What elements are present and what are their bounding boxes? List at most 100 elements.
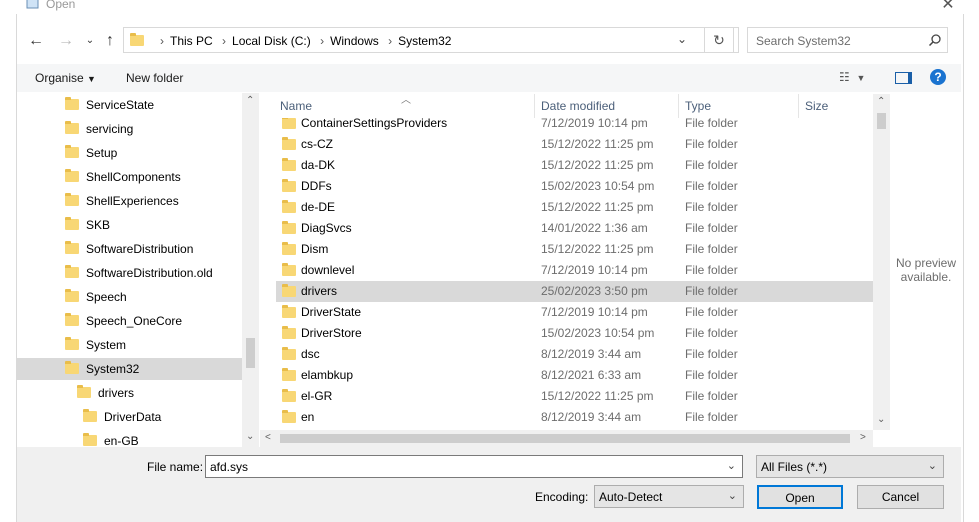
folder-icon <box>65 313 79 326</box>
scroll-up-icon[interactable]: ⌃ <box>877 96 885 107</box>
file-row[interactable]: DiagSvcs 14/01/2022 1:36 am File folder <box>276 218 873 239</box>
scroll-right-icon[interactable]: > <box>860 432 866 443</box>
folder-icon <box>282 221 296 234</box>
folder-icon <box>65 361 79 374</box>
file-name: el-GR <box>301 389 333 403</box>
file-type: File folder <box>685 368 738 382</box>
column-divider[interactable] <box>798 94 799 118</box>
folder-icon <box>65 241 79 254</box>
forward-arrow-icon[interactable]: → <box>56 31 76 51</box>
column-size[interactable]: Size <box>805 99 828 113</box>
column-type[interactable]: Type <box>685 99 711 113</box>
address-bar[interactable]: › This PC › Local Disk (C:) › Windows › Syst… <box>123 27 739 53</box>
file-row[interactable]: en 8/12/2019 3:44 am File folder <box>276 407 873 428</box>
breadcrumb-this-pc[interactable]: This PC <box>170 34 213 48</box>
file-list-vertical-scrollbar[interactable]: ⌃ ⌄ <box>873 94 890 430</box>
file-name: dsc <box>301 347 320 361</box>
file-date: 25/02/2023 3:50 pm <box>541 284 648 298</box>
recent-locations-chevron-icon[interactable]: ⌄ <box>80 31 100 51</box>
filename-input[interactable]: afd.sys ⌄ <box>205 455 743 478</box>
file-row[interactable]: el-GR 15/12/2022 11:25 pm File folder <box>276 386 873 407</box>
file-row[interactable]: drivers 25/02/2023 3:50 pm File folder <box>276 281 873 302</box>
file-row[interactable]: DDFs 15/02/2023 10:54 pm File folder <box>276 176 873 197</box>
folder-icon <box>65 265 79 278</box>
breadcrumb-local-disk[interactable]: Local Disk (C:) <box>232 34 311 48</box>
file-type-select[interactable]: All Files (*.*) ⌄ <box>756 455 944 478</box>
scroll-down-icon[interactable]: ⌄ <box>877 414 885 425</box>
filename-value[interactable]: afd.sys <box>210 460 248 474</box>
cancel-button[interactable]: Cancel <box>857 485 944 509</box>
sort-ascending-icon: ︿ <box>401 95 411 106</box>
search-box[interactable]: Search System32 <box>747 27 948 53</box>
file-row[interactable]: de-DE 15/12/2022 11:25 pm File folder <box>276 197 873 218</box>
file-row[interactable]: da-DK 15/12/2022 11:25 pm File folder <box>276 155 873 176</box>
folder-icon <box>65 145 79 158</box>
scroll-down-icon[interactable]: ⌄ <box>246 431 254 442</box>
column-divider[interactable] <box>534 94 535 118</box>
chevron-down-icon[interactable]: ⌄ <box>727 459 736 472</box>
scroll-thumb[interactable] <box>246 338 255 368</box>
tree-item-label: Speech_OneCore <box>86 314 183 328</box>
column-name[interactable]: Name <box>280 99 312 113</box>
file-row[interactable]: downlevel 7/12/2019 10:14 pm File folder <box>276 260 873 281</box>
scroll-left-icon[interactable]: < <box>265 432 271 443</box>
new-folder-button[interactable]: New folder <box>126 71 183 85</box>
file-date: 15/12/2022 11:25 pm <box>541 242 654 256</box>
preview-pane-icon[interactable] <box>895 72 912 84</box>
file-list-horizontal-scrollbar[interactable]: < > <box>260 430 873 447</box>
scroll-up-icon[interactable]: ⌃ <box>246 95 254 106</box>
column-divider[interactable] <box>678 94 679 118</box>
open-button[interactable]: Open <box>757 485 843 509</box>
encoding-value[interactable]: Auto-Detect <box>599 490 662 504</box>
chevron-down-icon: ▼ <box>856 73 866 83</box>
up-arrow-icon[interactable]: ↑ <box>100 31 120 51</box>
file-row[interactable]: elambkup 8/12/2021 6:33 am File folder <box>276 365 873 386</box>
back-arrow-icon[interactable]: ← <box>26 31 46 51</box>
breadcrumb-windows[interactable]: Windows <box>330 34 379 48</box>
file-name: da-DK <box>301 158 336 172</box>
search-input[interactable]: Search System32 <box>756 34 851 48</box>
tree-item-label: en-GB <box>104 434 139 447</box>
scroll-thumb[interactable] <box>877 113 886 129</box>
tree-item[interactable]: System32 <box>17 358 259 380</box>
address-dropdown-chevron-icon[interactable]: ⌄ <box>677 32 687 46</box>
folder-icon <box>65 289 79 302</box>
encoding-label: Encoding: <box>535 490 589 504</box>
preview-message: No preview available. <box>895 256 957 284</box>
close-icon[interactable]: ✕ <box>938 0 958 14</box>
folder-icon <box>83 409 97 422</box>
file-row[interactable]: ContainerSettingsProviders 7/12/2019 10:1… <box>276 118 873 134</box>
file-row[interactable]: dsc 8/12/2019 3:44 am File folder <box>276 344 873 365</box>
search-icon[interactable] <box>928 33 942 50</box>
title-bar: Open ✕ <box>0 0 979 14</box>
file-name: Dism <box>301 242 329 256</box>
tree-item-label: Setup <box>86 146 118 160</box>
tree-item-label: SKB <box>86 218 111 232</box>
help-icon[interactable]: ? <box>930 69 946 85</box>
encoding-select[interactable]: Auto-Detect ⌄ <box>594 485 744 508</box>
folder-icon <box>65 169 79 182</box>
preview-pane: No preview available. <box>890 94 962 447</box>
file-date: 15/12/2022 11:25 pm <box>541 389 654 403</box>
chevron-down-icon[interactable]: ⌄ <box>728 489 737 502</box>
file-row[interactable]: DriverState 7/12/2019 10:14 pm File folder <box>276 302 873 323</box>
file-row[interactable]: cs-CZ 15/12/2022 11:25 pm File folder <box>276 134 873 155</box>
change-view-button[interactable]: ☷ ▼ <box>839 70 865 84</box>
file-name: de-DE <box>301 200 336 214</box>
filename-label: File name: <box>147 460 204 474</box>
file-row[interactable]: Dism 15/12/2022 11:25 pm File folder <box>276 239 873 260</box>
file-row[interactable]: DriverStore 15/02/2023 10:54 pm File folde… <box>276 323 873 344</box>
chevron-right-icon: › <box>388 34 393 48</box>
file-type: File folder <box>685 200 738 214</box>
organise-button[interactable]: Organise ▼ <box>35 71 96 85</box>
file-type: File folder <box>685 179 738 193</box>
refresh-button[interactable]: ↻ <box>704 27 734 53</box>
folder-icon <box>130 33 144 46</box>
navigation-scrollbar[interactable]: ⌃ ⌄ <box>242 93 259 447</box>
column-date-modified[interactable]: Date modified <box>541 99 615 113</box>
scroll-thumb[interactable] <box>280 434 850 443</box>
tree-item-label: DriverData <box>104 410 162 424</box>
file-type-value[interactable]: All Files (*.*) <box>761 460 827 474</box>
chevron-down-icon[interactable]: ⌄ <box>928 459 937 472</box>
breadcrumb-system32[interactable]: System32 <box>398 34 451 48</box>
